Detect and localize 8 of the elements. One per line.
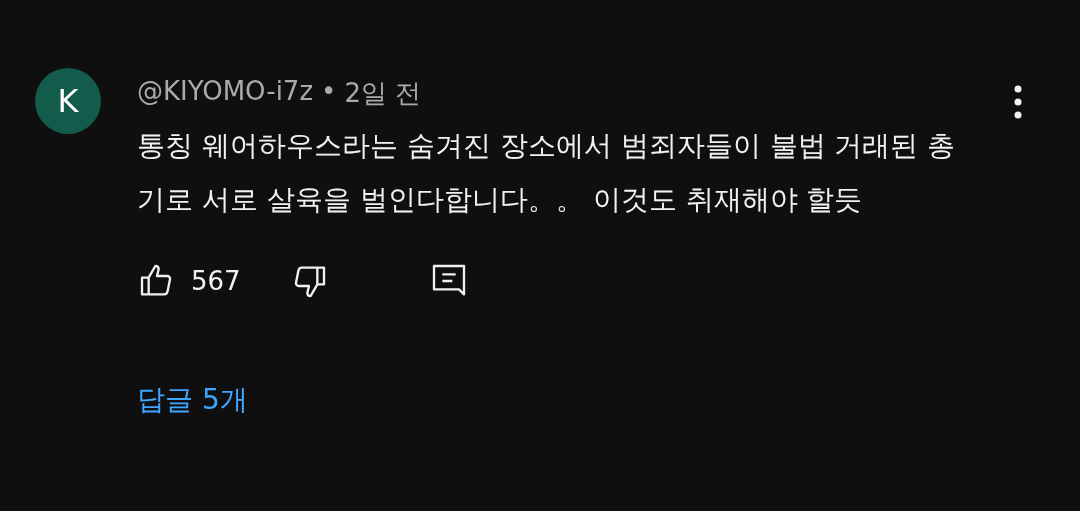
avatar[interactable]: K xyxy=(35,68,101,134)
author-name[interactable]: @KIYOMO-i7z xyxy=(137,76,314,111)
comment-time: 2일 전 xyxy=(344,77,422,110)
separator-dot: • xyxy=(321,76,337,108)
like-count: 567 xyxy=(191,266,241,296)
comment-text: 통칭 웨어하우스라는 숨겨진 장소에서 범죄자들이 불법 거래된 총기로 서로 살육을 벌인다합니다。。 이것도 취재해야 할듯 xyxy=(137,128,957,218)
replies-link[interactable]: 답글 5개 xyxy=(137,381,248,419)
more-options-icon[interactable] xyxy=(1014,85,1022,119)
